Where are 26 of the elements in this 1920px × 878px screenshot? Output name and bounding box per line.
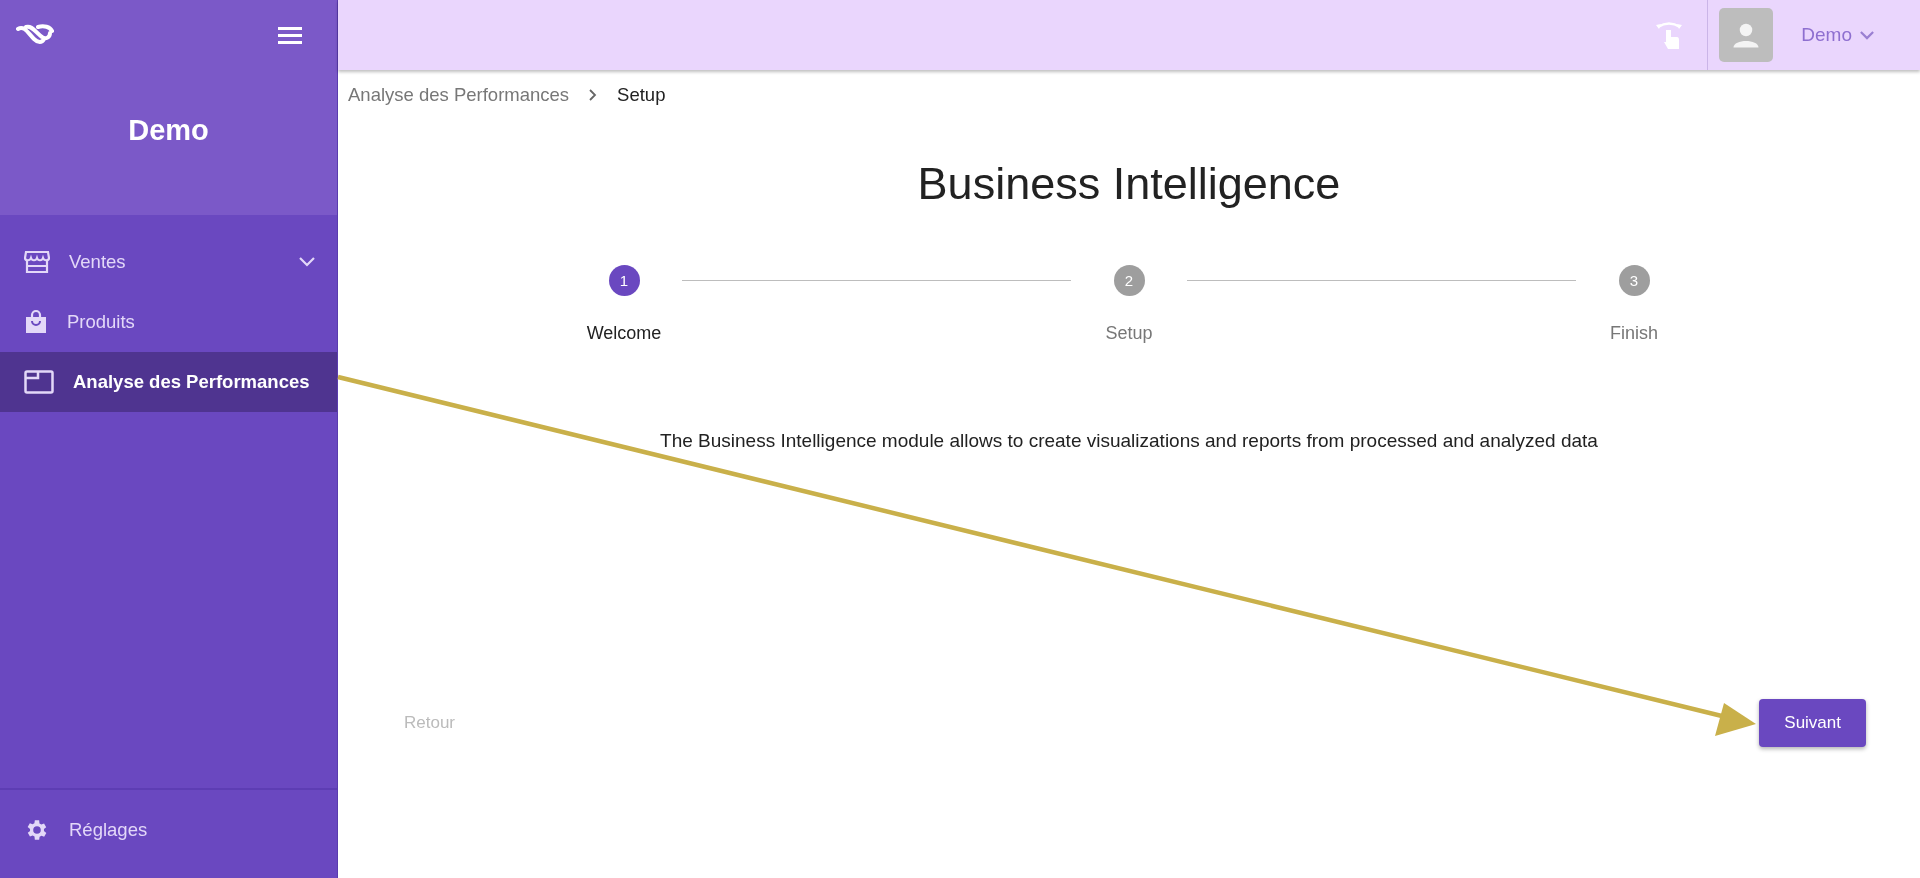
chevron-down-icon	[299, 257, 315, 267]
step-label: Welcome	[586, 323, 662, 344]
workspace-name: Demo	[127, 114, 210, 147]
avatar[interactable]	[1719, 8, 1774, 62]
sidebar-item[interactable]: Ventes	[0, 232, 337, 292]
step-number[interactable]: 2	[1113, 265, 1145, 296]
chevron-down-icon	[1860, 30, 1874, 40]
logo-icon	[16, 23, 56, 47]
step-label: Setup	[1105, 323, 1153, 344]
breadcrumb-item[interactable]: Analyse des Performances	[348, 84, 570, 106]
sidebar-item[interactable]: Analyse des Performances	[0, 352, 337, 412]
settings-item[interactable]: Réglages	[0, 800, 337, 860]
store-icon	[24, 250, 50, 274]
step-label: Finish	[1610, 323, 1658, 344]
user-menu[interactable]: Demo	[1795, 23, 1880, 47]
touch-gesture-icon[interactable]	[1655, 20, 1684, 50]
sidebar-item[interactable]: Produits	[0, 292, 337, 352]
step-number[interactable]: 3	[1618, 265, 1650, 296]
window-icon	[24, 370, 54, 394]
shopping-bag-icon	[24, 309, 48, 335]
description: The Business Intelligence module allows to create visualizations and reports from processed and analyzed data	[660, 430, 1598, 452]
chevron-right-icon	[589, 89, 598, 101]
step-number[interactable]: 1	[608, 265, 640, 296]
page-title: Business Intelligence	[917, 158, 1341, 210]
next-button[interactable]: Suivant	[1759, 699, 1866, 747]
breadcrumb-item: Setup	[617, 84, 666, 106]
